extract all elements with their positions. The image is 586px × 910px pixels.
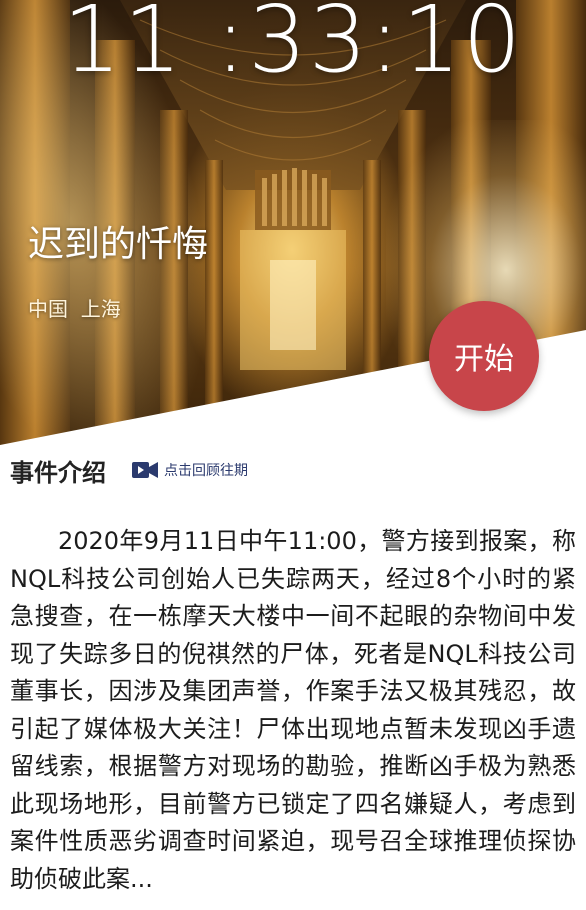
start-button[interactable]: 开始 [429,301,539,411]
intro-header: 事件介绍 点击回顾往期 [10,452,248,488]
video-camera-icon [132,462,158,478]
review-past-link[interactable]: 点击回顾往期 [132,460,248,480]
event-screen: 11 :33:10 迟到的忏悔 中国 上海 开始 事件介绍 点击回顾往期 202… [0,0,586,910]
review-past-label: 点击回顾往期 [164,463,248,479]
intro-title: 事件介绍 [10,458,106,487]
event-description: 2020年9月11日中午11:00，警方接到报案，称NQL科技公司创始人已失踪两… [10,527,576,893]
